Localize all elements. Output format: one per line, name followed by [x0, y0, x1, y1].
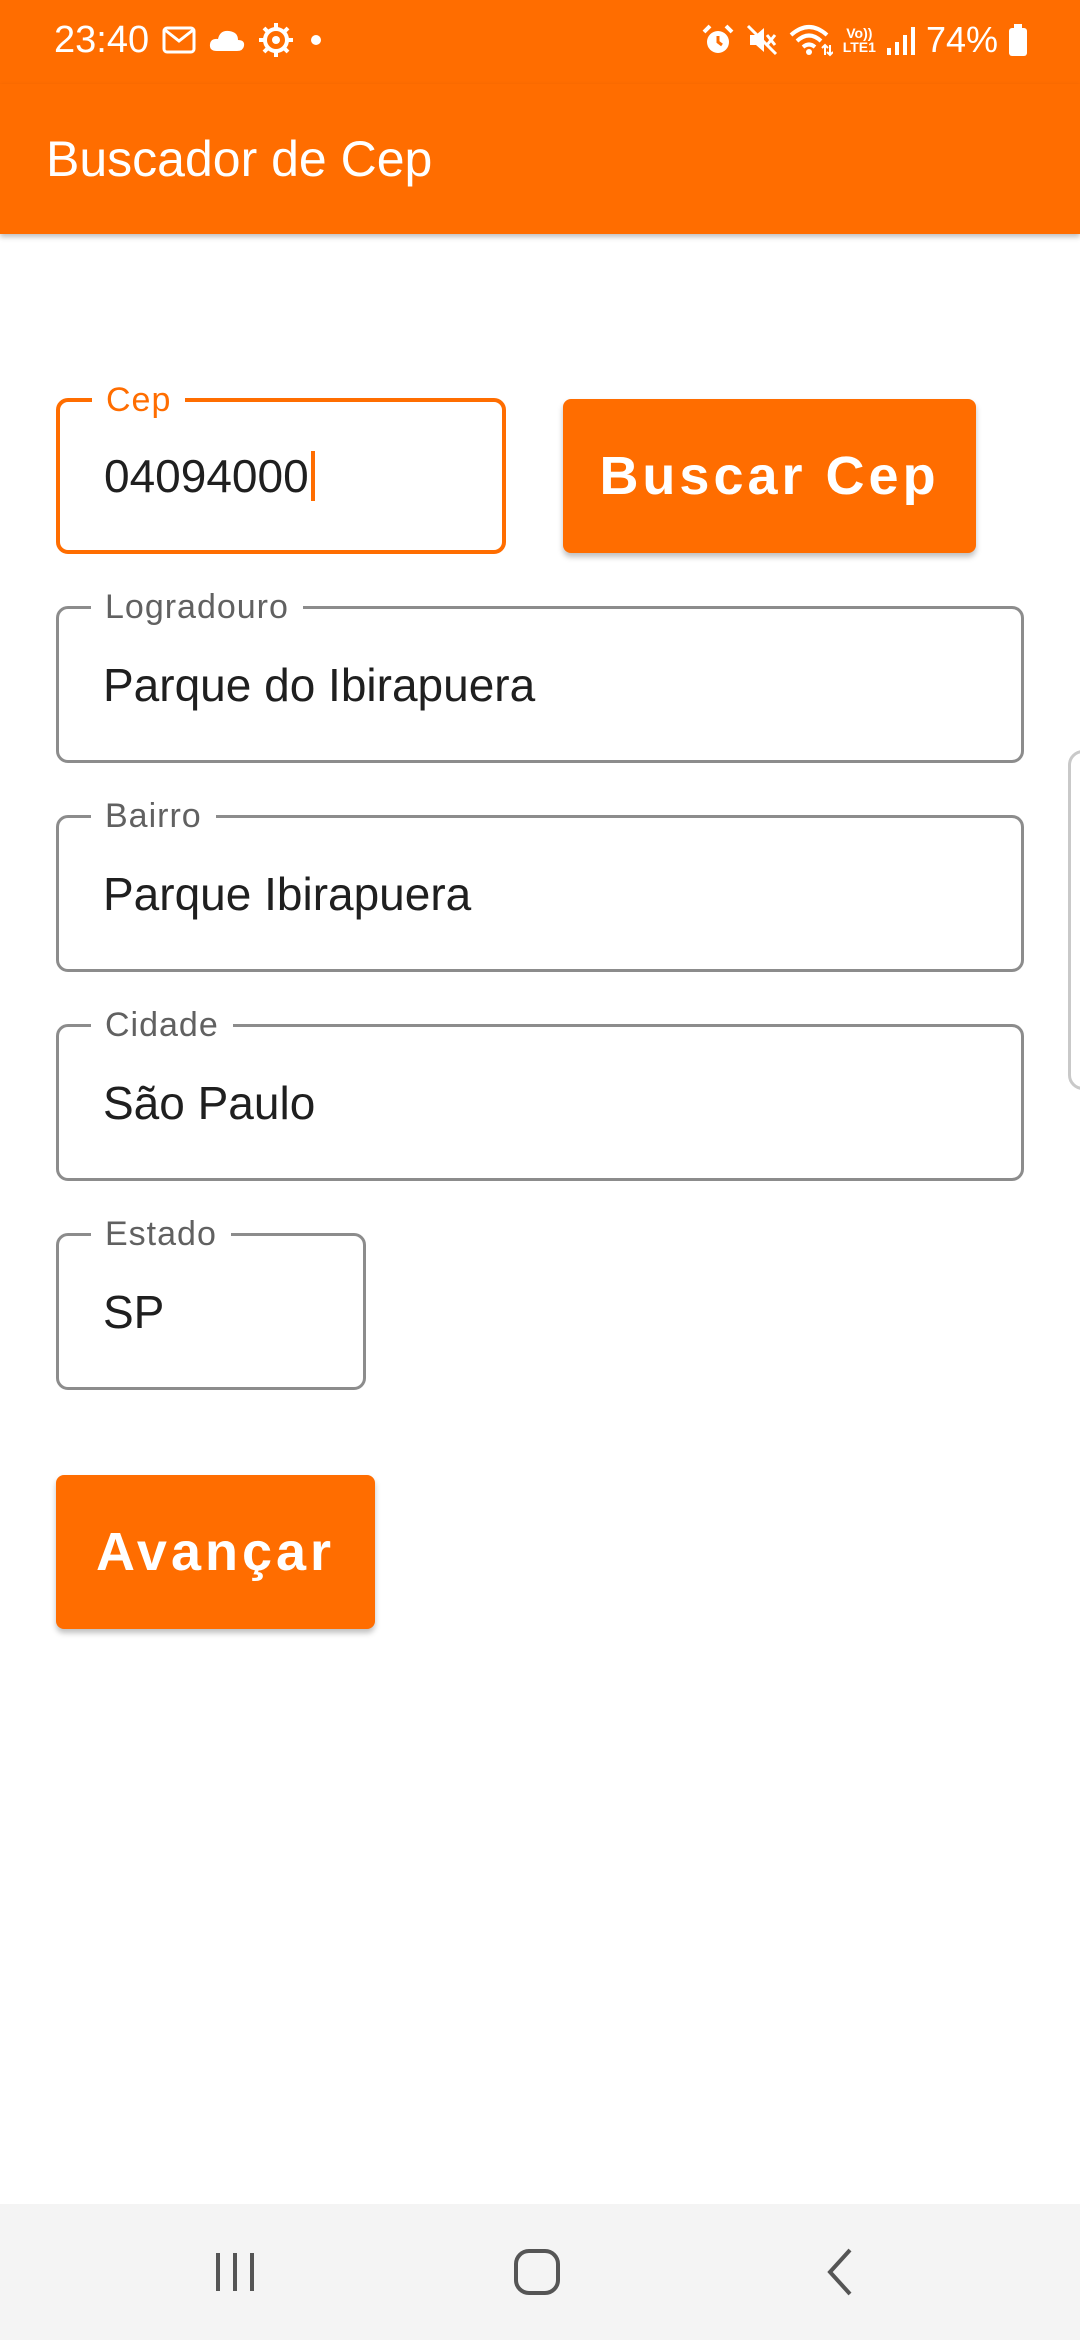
battery-icon: [1008, 23, 1028, 57]
navigation-bar: [0, 2204, 1080, 2340]
home-icon: [512, 2247, 562, 2297]
logradouro-field[interactable]: Logradouro Parque do Ibirapuera: [56, 587, 1024, 763]
back-button[interactable]: [780, 2204, 900, 2340]
cidade-field[interactable]: Cidade São Paulo: [56, 1005, 1024, 1181]
volte-label: Vo)): [846, 25, 873, 41]
cep-value-wrap: 04094000: [104, 402, 315, 550]
estado-value: SP: [103, 1285, 165, 1338]
edge-panel-handle[interactable]: [1068, 750, 1080, 1090]
wifi-icon: [789, 23, 833, 57]
alarm-icon: [701, 23, 735, 57]
search-cep-button[interactable]: Buscar Cep: [563, 399, 976, 553]
app-bar: Buscador de Cep: [0, 84, 1080, 234]
mail-icon: [162, 25, 196, 55]
recents-icon: [212, 2249, 258, 2295]
status-bar: 23:40 Vo)) LTE1 74%: [0, 0, 1080, 84]
bairro-field[interactable]: Bairro Parque Ibirapuera: [56, 796, 1024, 972]
cep-value: 04094000: [104, 450, 309, 502]
mute-icon: [745, 23, 779, 57]
volte-icon: Vo)) LTE1: [843, 26, 876, 54]
settings-icon: [258, 22, 294, 58]
page-title: Buscador de Cep: [46, 131, 433, 187]
cidade-value: São Paulo: [103, 1076, 316, 1129]
status-time: 23:40: [54, 19, 150, 61]
next-button[interactable]: Avançar: [56, 1475, 375, 1629]
logradouro-value: Parque do Ibirapuera: [103, 658, 536, 711]
cep-input[interactable]: Cep 04094000: [56, 380, 506, 554]
status-left-icons: [162, 20, 326, 60]
battery-percent: 74%: [925, 19, 998, 60]
signal-icon: [886, 24, 916, 56]
text-cursor: [310, 451, 315, 501]
home-button[interactable]: [477, 2204, 597, 2340]
back-icon: [820, 2246, 860, 2298]
lte-label: LTE1: [842, 39, 876, 55]
estado-field[interactable]: Estado SP: [56, 1214, 366, 1390]
cloud-icon: [208, 27, 246, 53]
bairro-value: Parque Ibirapuera: [103, 867, 472, 920]
recents-button[interactable]: [175, 2204, 295, 2340]
dot-icon: [306, 30, 326, 50]
status-right-icons: Vo)) LTE1 74%: [701, 20, 1028, 60]
